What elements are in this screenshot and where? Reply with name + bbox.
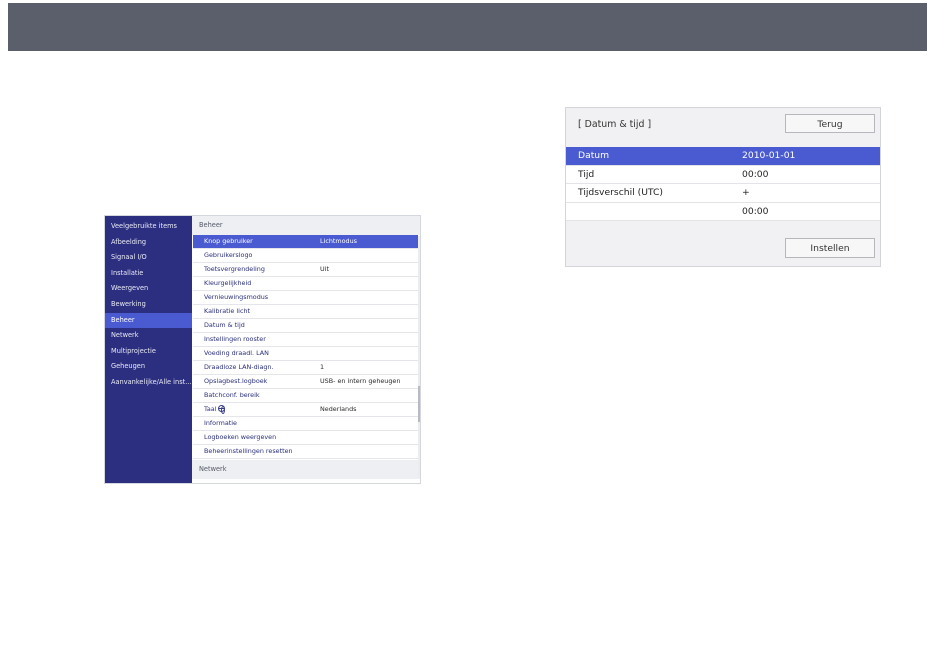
menu-row-label-text: Kalibratie licht: [204, 307, 251, 315]
globe-icon: [218, 405, 226, 414]
menu-row[interactable]: Batchconf. bereik: [193, 389, 418, 403]
menu-row[interactable]: Datum & tijd: [193, 319, 418, 333]
menu-row-label: Toetsvergrendeling: [204, 263, 265, 276]
menu-row-value: Lichtmodus: [320, 237, 357, 245]
sidebar-item[interactable]: Aanvankelijke/Alle inst...: [105, 375, 192, 391]
menu-row-label-text: Voeding draadl. LAN: [204, 349, 269, 357]
menu-row-label: Opslagbest.logboek: [204, 375, 267, 388]
dialog-row-value: 2010-01-01: [742, 150, 796, 161]
menu-row[interactable]: Voeding draadl. LAN: [193, 347, 418, 361]
menu-row[interactable]: Instellingen rooster: [193, 333, 418, 347]
menu-row-label-text: Datum & tijd: [204, 321, 245, 329]
menu-row-label-text: Draadloze LAN-diagn.: [204, 363, 274, 371]
dialog-row[interactable]: Datum 2010-01-01: [566, 147, 880, 166]
menu-scrollbar-thumb[interactable]: [418, 386, 420, 422]
menu-sidebar: Veelgebruikte items Afbeelding Signaal I/O…: [105, 216, 192, 483]
menu-row-label: Draadloze LAN-diagn.: [204, 361, 274, 374]
menu-row-label: Kleurgelijkheid: [204, 277, 251, 290]
menu-row-label: Vernieuwingsmodus: [204, 291, 268, 304]
menu-row[interactable]: Kleurgelijkheid: [193, 277, 418, 291]
menu-row-label-text: Batchconf. bereik: [204, 391, 260, 399]
menu-row-label: Voeding draadl. LAN: [204, 347, 269, 360]
menu-row-label-text: Instellingen rooster: [204, 335, 266, 343]
menu-row-label-text: Logboeken weergeven: [204, 433, 277, 441]
menu-row[interactable]: Kalibratie licht: [193, 305, 418, 319]
dialog-row[interactable]: Tijd 00:00: [566, 165, 880, 184]
sidebar-item[interactable]: Afbeelding: [105, 235, 192, 251]
menu-row-label: Gebruikerslogo: [204, 249, 252, 262]
sidebar-item[interactable]: Veelgebruikte items: [105, 219, 192, 235]
menu-row[interactable]: Gebruikerslogo: [193, 249, 418, 263]
dialog-row-label: Datum: [578, 150, 610, 161]
menu-row[interactable]: Opslagbest.logboek USB- en intern geheuge…: [193, 375, 418, 389]
menu-row-label: Batchconf. bereik: [204, 389, 260, 402]
menu-row-label-text: Opslagbest.logboek: [204, 377, 268, 385]
top-banner: [8, 3, 927, 51]
section-header-beheer: Beheer: [192, 216, 420, 235]
sidebar-item[interactable]: Geheugen: [105, 359, 192, 375]
dialog-row-value: 00:00: [742, 205, 769, 217]
menu-row-label-text: Beheerinstellingen resetten: [204, 447, 293, 455]
menu-row-label-text: Gebruikerslogo: [204, 251, 253, 259]
menu-row-label-text: Kleurgelijkheid: [204, 279, 252, 287]
section-header-netwerk: Netwerk: [192, 460, 420, 479]
menu-row-label-text: Toetsvergrendeling: [204, 265, 265, 273]
menu-rows: Knop gebruiker Lichtmodus Gebruikerslogo To…: [192, 235, 420, 459]
dialog-title: [ Datum & tijd ]: [578, 119, 652, 130]
menu-row-label: Informatie: [204, 417, 237, 430]
set-button[interactable]: Instellen: [785, 238, 875, 258]
sidebar-item[interactable]: Netwerk: [105, 328, 192, 344]
sidebar-item[interactable]: Weergeven: [105, 281, 192, 297]
menu-row-label-text: Vernieuwingsmodus: [204, 293, 269, 301]
menu-row[interactable]: Logboeken weergeven: [193, 431, 418, 445]
dialog-row[interactable]: 00:00: [566, 202, 880, 221]
sidebar-item[interactable]: Signaal I/O: [105, 250, 192, 266]
menu-row-label: Taal: [204, 403, 226, 416]
menu-row-label-text: Knop gebruiker: [204, 237, 253, 245]
menu-row[interactable]: Taal Nederlands: [193, 403, 418, 417]
menu-row-label: Kalibratie licht: [204, 305, 250, 318]
menu-content: Beheer Knop gebruiker Lichtmodus Gebruiker…: [192, 216, 420, 483]
menu-row[interactable]: Knop gebruiker Lichtmodus: [193, 235, 418, 249]
dialog-row-value: 00:00: [742, 168, 769, 180]
projector-menu: Veelgebruikte items Afbeelding Signaal I/O…: [104, 215, 421, 484]
dialog-row[interactable]: Tijdsverschil (UTC) +: [566, 184, 880, 203]
menu-row[interactable]: Toetsvergrendeling Uit: [193, 263, 418, 277]
back-button[interactable]: Terug: [785, 114, 875, 133]
menu-row-label: Knop gebruiker: [204, 235, 253, 248]
sidebar-item[interactable]: Bewerking: [105, 297, 192, 313]
dialog-row-value: +: [742, 187, 750, 198]
menu-row-label: Instellingen rooster: [204, 333, 266, 346]
menu-row-label-text: Informatie: [204, 419, 237, 427]
menu-row[interactable]: Informatie: [193, 417, 418, 431]
menu-row[interactable]: Vernieuwingsmodus: [193, 291, 418, 305]
sidebar-list: Veelgebruikte items Afbeelding Signaal I/O…: [105, 216, 192, 391]
cut-off-row: [192, 479, 420, 483]
menu-row-value: 1: [320, 363, 325, 371]
menu-row-label: Beheerinstellingen resetten: [204, 445, 293, 458]
dialog-row-label: Tijdsverschil (UTC): [578, 187, 663, 198]
menu-row-value: USB- en intern geheugen: [320, 377, 401, 385]
menu-row-label: Logboeken weergeven: [204, 431, 276, 444]
menu-row[interactable]: Beheerinstellingen resetten: [193, 445, 418, 459]
menu-row-value: Uit: [320, 265, 329, 273]
menu-row-label-text: Taal: [204, 405, 217, 413]
menu-row[interactable]: Draadloze LAN-diagn. 1: [193, 361, 418, 375]
date-time-dialog: [ Datum & tijd ] Terug Datum 2010-01-01 Ti…: [565, 107, 881, 267]
sidebar-item[interactable]: Multiprojectie: [105, 344, 192, 360]
sidebar-item[interactable]: Installatie: [105, 266, 192, 282]
dialog-rows: Datum 2010-01-01 Tijd 00:00 Tijdsverschil (U…: [566, 147, 880, 221]
menu-scrollbar[interactable]: [418, 236, 420, 478]
menu-row-value: Nederlands: [320, 405, 357, 413]
dialog-row-label: Tijd: [578, 168, 595, 180]
sidebar-item[interactable]: Beheer: [105, 312, 192, 329]
menu-row-label: Datum & tijd: [204, 319, 245, 332]
